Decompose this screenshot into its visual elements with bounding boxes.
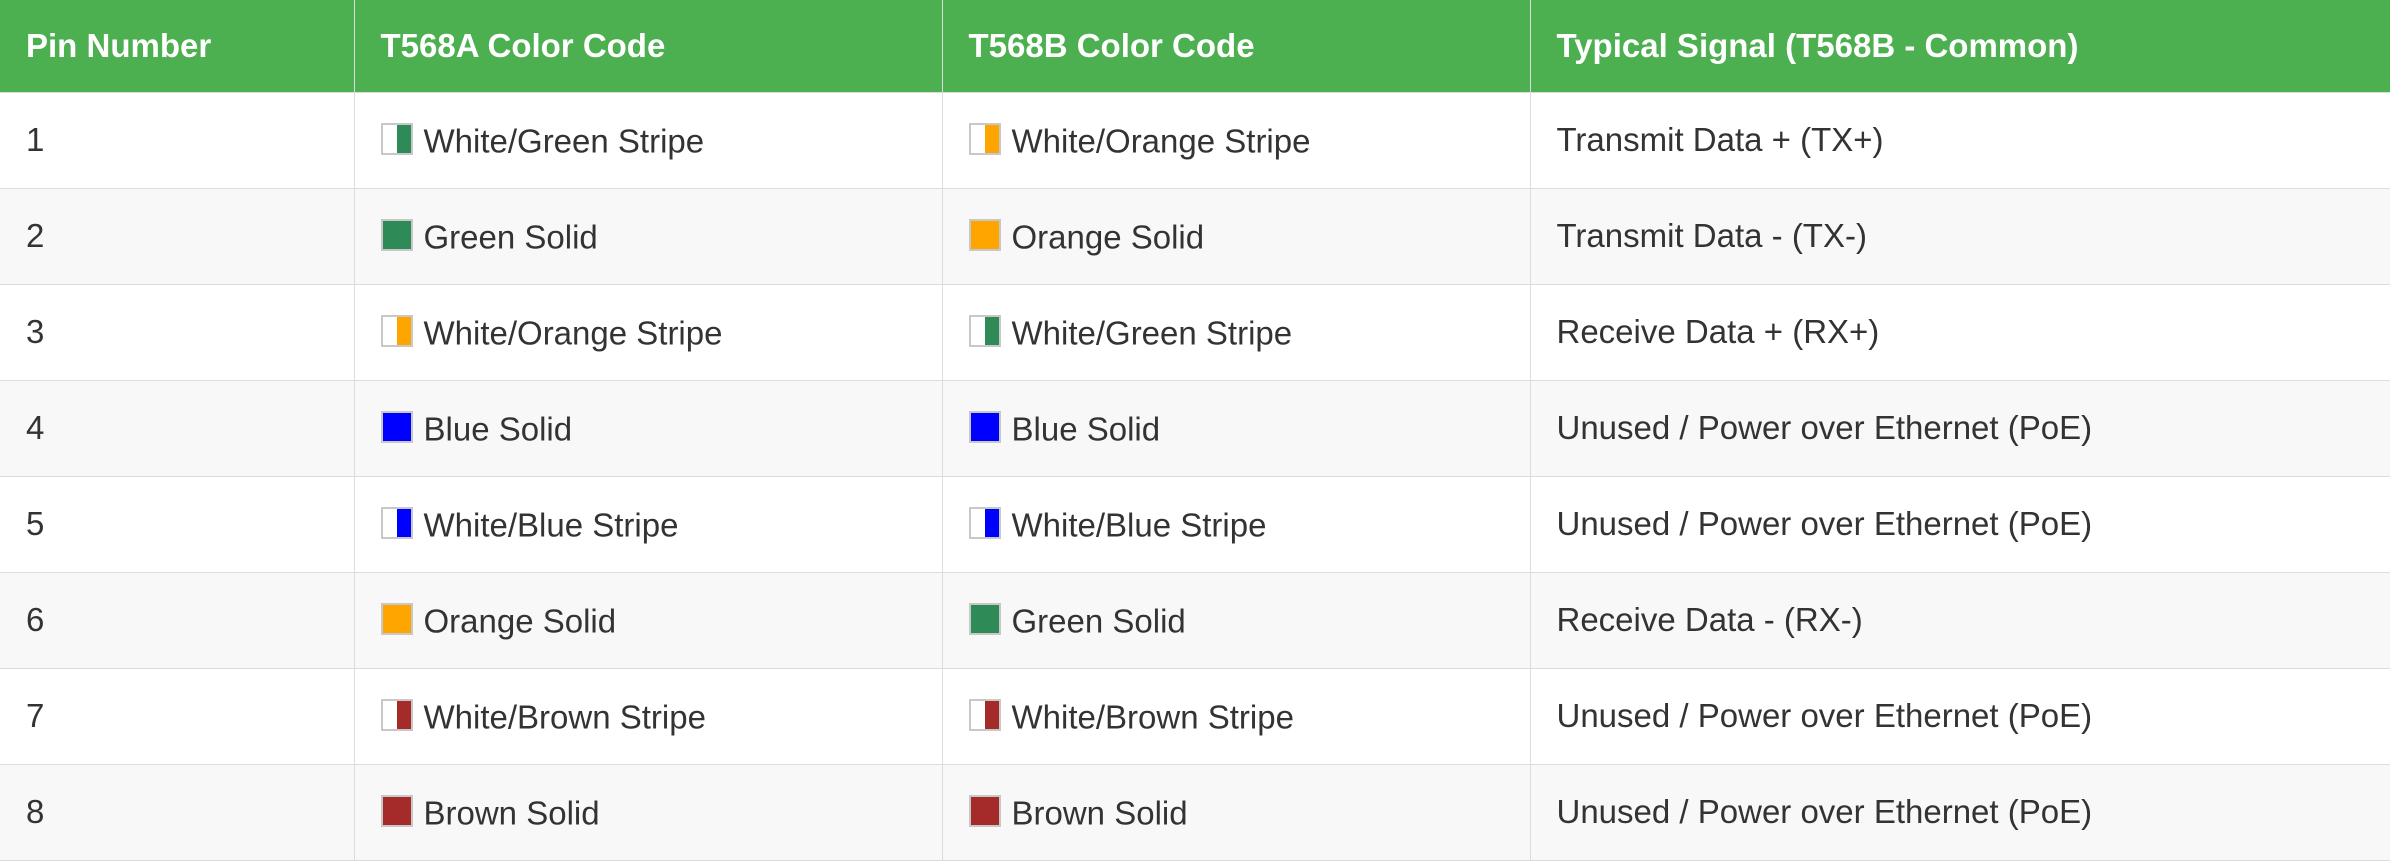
striped-color-swatch (380, 123, 413, 156)
header-t568b: T568B Color Code (941, 0, 1531, 93)
t568b-color-cell: White/Blue Stripe (941, 475, 1531, 573)
wiring-table: Pin Number T568A Color Code T568B Color … (0, 0, 2390, 861)
striped-color-swatch (380, 699, 413, 732)
pin-number-cell: 7 (0, 667, 355, 765)
t568a-color-label: Brown Solid (423, 794, 600, 832)
solid-color-swatch (968, 219, 1001, 252)
solid-color-swatch (380, 219, 413, 252)
table-row: 7 White/Brown Stripe White/Brown Stripe Unu… (0, 667, 2390, 765)
t568a-color-cell: Blue Solid (353, 379, 943, 477)
table-row: 5 White/Blue Stripe White/Blue Stripe Unuse… (0, 475, 2390, 573)
t568b-color-label: Orange Solid (1011, 218, 1205, 256)
striped-color-swatch (968, 507, 1001, 540)
solid-color-swatch (380, 795, 413, 828)
table-row: 2 Green Solid Orange Solid Transmit Data - … (0, 187, 2390, 285)
t568a-color-label: White/Green Stripe (423, 122, 705, 160)
t568b-color-label: White/Brown Stripe (1011, 698, 1294, 736)
t568a-color-cell: Brown Solid (353, 763, 943, 861)
t568a-color-cell: Green Solid (353, 187, 943, 285)
t568b-color-label: White/Orange Stripe (1011, 122, 1311, 160)
header-signal: Typical Signal (T568B - Common) (1529, 0, 2390, 93)
t568b-color-cell: White/Green Stripe (941, 283, 1531, 381)
t568b-color-cell: Orange Solid (941, 187, 1531, 285)
t568b-color-label: Brown Solid (1011, 794, 1188, 832)
table-body: 1 White/Green Stripe White/Orange Stripe Tr… (0, 91, 2390, 861)
table-row: 8 Brown Solid Brown Solid Unused / Power ov… (0, 763, 2390, 861)
t568a-color-label: Orange Solid (423, 602, 617, 640)
t568a-color-cell: White/Orange Stripe (353, 283, 943, 381)
t568b-color-label: White/Blue Stripe (1011, 506, 1267, 544)
signal-cell: Receive Data + (RX+) (1529, 283, 2390, 381)
t568a-color-cell: White/Green Stripe (353, 91, 943, 189)
t568b-color-label: White/Green Stripe (1011, 314, 1293, 352)
t568b-color-cell: Blue Solid (941, 379, 1531, 477)
t568a-color-cell: White/Blue Stripe (353, 475, 943, 573)
header-pin-number: Pin Number (0, 0, 355, 93)
pin-number-cell: 2 (0, 187, 355, 285)
striped-color-swatch (968, 699, 1001, 732)
solid-color-swatch (968, 411, 1001, 444)
signal-cell: Unused / Power over Ethernet (PoE) (1529, 475, 2390, 573)
signal-cell: Transmit Data + (TX+) (1529, 91, 2390, 189)
header-t568a: T568A Color Code (353, 0, 943, 93)
t568a-color-label: White/Blue Stripe (423, 506, 679, 544)
signal-cell: Unused / Power over Ethernet (PoE) (1529, 667, 2390, 765)
table-row: 3 White/Orange Stripe White/Green Stripe Re… (0, 283, 2390, 381)
pin-number-cell: 3 (0, 283, 355, 381)
t568b-color-cell: Green Solid (941, 571, 1531, 669)
signal-cell: Unused / Power over Ethernet (PoE) (1529, 379, 2390, 477)
striped-color-swatch (968, 123, 1001, 156)
t568b-color-cell: White/Brown Stripe (941, 667, 1531, 765)
t568a-color-cell: White/Brown Stripe (353, 667, 943, 765)
t568a-color-label: White/Orange Stripe (423, 314, 723, 352)
pin-number-cell: 4 (0, 379, 355, 477)
t568a-color-cell: Orange Solid (353, 571, 943, 669)
t568a-color-label: Blue Solid (423, 410, 573, 448)
solid-color-swatch (380, 411, 413, 444)
pin-number-cell: 5 (0, 475, 355, 573)
t568b-color-label: Green Solid (1011, 602, 1186, 640)
signal-cell: Receive Data - (RX-) (1529, 571, 2390, 669)
table-row: 6 Orange Solid Green Solid Receive Data - (… (0, 571, 2390, 669)
striped-color-swatch (380, 315, 413, 348)
pin-number-cell: 6 (0, 571, 355, 669)
t568b-color-cell: White/Orange Stripe (941, 91, 1531, 189)
solid-color-swatch (380, 603, 413, 636)
striped-color-swatch (380, 507, 413, 540)
solid-color-swatch (968, 603, 1001, 636)
table-row: 1 White/Green Stripe White/Orange Stripe Tr… (0, 91, 2390, 189)
pin-number-cell: 8 (0, 763, 355, 861)
solid-color-swatch (968, 795, 1001, 828)
table-header: Pin Number T568A Color Code T568B Color … (0, 0, 2390, 93)
table-row: 4 Blue Solid Blue Solid Unused / Power over… (0, 379, 2390, 477)
striped-color-swatch (968, 315, 1001, 348)
pin-number-cell: 1 (0, 91, 355, 189)
header-row: Pin Number T568A Color Code T568B Color … (0, 0, 2390, 93)
t568a-color-label: White/Brown Stripe (423, 698, 706, 736)
signal-cell: Transmit Data - (TX-) (1529, 187, 2390, 285)
t568b-color-label: Blue Solid (1011, 410, 1161, 448)
signal-cell: Unused / Power over Ethernet (PoE) (1529, 763, 2390, 861)
t568b-color-cell: Brown Solid (941, 763, 1531, 861)
t568a-color-label: Green Solid (423, 218, 598, 256)
